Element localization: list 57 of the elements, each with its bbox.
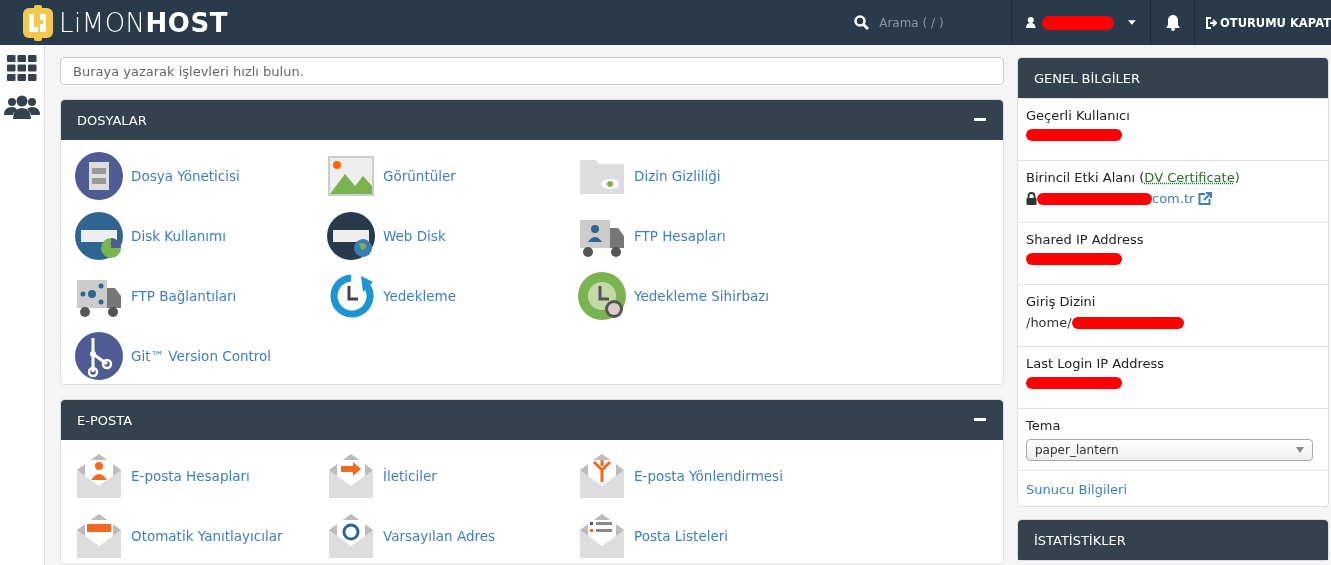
logo-icon — [23, 4, 53, 41]
branch-icon — [75, 332, 123, 380]
cabinet-icon — [75, 152, 123, 200]
quick-search-field[interactable]: Buraya yazarak işlevleri hızlı bulun. — [60, 57, 1004, 85]
logout-icon[interactable] — [1205, 16, 1217, 29]
feature-link[interactable]: Dizin Gizliliği — [578, 152, 830, 200]
caret-icon — [1128, 20, 1137, 25]
info-label: Tema — [1026, 418, 1062, 433]
feature-link[interactable]: E-posta Hesapları — [75, 452, 327, 500]
info-label: Giriş Dizini — [1026, 294, 1097, 309]
feature-link[interactable]: Posta Listeleri — [578, 512, 830, 560]
envelope-auto-icon — [75, 512, 123, 560]
feature-link[interactable]: FTP Hesapları — [578, 212, 830, 260]
feature-link[interactable]: Görüntüler — [327, 152, 578, 200]
clock-headset-icon — [578, 272, 626, 320]
envelope-person-icon — [75, 452, 123, 500]
card-title: GENEL BİLGİLER — [1034, 70, 1140, 86]
envelope-arrow-icon — [327, 452, 375, 500]
feature-link[interactable]: İleticiler — [327, 452, 578, 500]
grid-icon[interactable] — [7, 55, 37, 81]
feature-link[interactable]: Git™ Version Control — [75, 332, 327, 380]
envelope-fork-icon — [578, 452, 626, 500]
users-icon[interactable] — [4, 95, 40, 119]
card-title: İSTATİSTİKLER — [1034, 532, 1126, 548]
clock-arrow-icon — [327, 272, 375, 320]
feature-link[interactable]: Disk Kullanımı — [75, 212, 327, 260]
caret-icon[interactable] — [1296, 447, 1304, 453]
disk-chart-icon — [75, 212, 123, 260]
feature-link[interactable]: Dosya Yöneticisi — [75, 152, 327, 200]
user-icon — [1026, 16, 1036, 29]
lock-icon — [1026, 192, 1037, 205]
info-label: Geçerli Kullanıcı — [1026, 108, 1131, 123]
top-search-field[interactable]: Arama ( / ) — [840, 0, 1013, 45]
logo-text: LiMON HOST — [59, 7, 228, 38]
info-label: Shared IP Address — [1026, 232, 1145, 247]
info-label: Last Login IP Address — [1026, 356, 1165, 371]
disk-globe-icon — [327, 212, 375, 260]
theme-select[interactable]: paper_lantern — [1026, 439, 1313, 461]
server-info-link[interactable]: Sunucu Bilgileri — [1026, 482, 1320, 497]
section-title: E-POSTA — [77, 412, 133, 428]
section-title: DOSYALAR — [77, 112, 147, 128]
info-value: /home/ — [1026, 315, 1072, 330]
envelope-list-icon — [578, 512, 626, 560]
feature-link[interactable]: Varsayılan Adres — [327, 512, 578, 560]
feature-link[interactable]: FTP Bağlantıları — [75, 272, 327, 320]
feature-link[interactable]: Otomatik Yanıtlayıcılar — [75, 512, 327, 560]
search-icon — [854, 15, 870, 30]
feature-link[interactable]: E-posta Yönlendirmesi — [578, 452, 830, 500]
external-link-icon[interactable] — [1198, 192, 1213, 205]
feature-link[interactable]: Web Disk — [327, 212, 578, 260]
info-label: Birincil Etki Alanı (DV Certificate) — [1026, 170, 1241, 185]
logout-link[interactable]: OTURUMU KAPAT — [1195, 15, 1331, 30]
feature-link[interactable]: Yedekleme Sihirbazı — [578, 272, 830, 320]
feature-link[interactable]: Yedekleme — [327, 272, 578, 320]
envelope-at-icon — [327, 512, 375, 560]
bell-icon[interactable] — [1164, 14, 1181, 31]
domain-link[interactable]: com.tr — [1152, 191, 1195, 206]
